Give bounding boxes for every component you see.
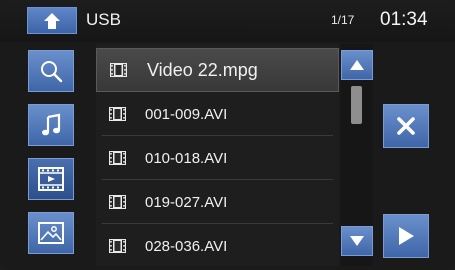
scrollbar-thumb[interactable] <box>351 86 362 124</box>
video-file-icon <box>110 63 127 77</box>
delete-button[interactable] <box>383 104 429 148</box>
film-icon <box>38 167 64 191</box>
nav-video-button[interactable] <box>28 158 74 200</box>
file-row[interactable]: 019-027.AVI <box>96 180 339 224</box>
file-name: 028-036.AVI <box>145 237 228 255</box>
image-icon <box>38 222 64 244</box>
page-indicator: 1/17 <box>331 13 355 27</box>
media-player-screen: USB 1/17 01:34 Video 22.mpg 001-009.AVI … <box>0 0 455 270</box>
file-row[interactable]: 010-018.AVI <box>96 136 339 180</box>
home-button[interactable] <box>27 7 77 34</box>
home-icon <box>44 12 60 29</box>
file-name: 010-018.AVI <box>145 149 228 167</box>
play-icon <box>399 227 414 245</box>
source-label: USB <box>86 10 121 29</box>
file-row-selected[interactable]: Video 22.mpg <box>96 48 339 92</box>
scroll-down-button[interactable] <box>341 226 373 256</box>
scroll-up-button[interactable] <box>341 50 373 80</box>
clock: 01:34 <box>380 9 428 30</box>
video-file-icon <box>109 239 126 253</box>
header-bar: USB 1/17 01:34 <box>0 0 455 42</box>
nav-search-button[interactable] <box>28 50 74 92</box>
video-file-icon <box>109 195 126 209</box>
music-note-icon <box>42 113 61 136</box>
play-button[interactable] <box>383 214 429 258</box>
triangle-down-icon <box>350 236 364 246</box>
file-list: Video 22.mpg 001-009.AVI 010-018.AVI 019… <box>96 44 339 266</box>
video-file-icon <box>109 151 126 165</box>
file-row[interactable]: 001-009.AVI <box>96 92 339 136</box>
search-icon <box>41 61 63 83</box>
triangle-up-icon <box>350 60 364 70</box>
video-file-icon <box>109 107 126 121</box>
file-name: Video 22.mpg <box>147 59 258 80</box>
file-name: 001-009.AVI <box>145 105 228 123</box>
file-row[interactable]: 028-036.AVI <box>96 224 339 268</box>
file-name: 019-027.AVI <box>145 193 228 211</box>
nav-photo-button[interactable] <box>28 212 74 254</box>
close-x-icon <box>397 117 415 135</box>
nav-music-button[interactable] <box>28 104 74 146</box>
